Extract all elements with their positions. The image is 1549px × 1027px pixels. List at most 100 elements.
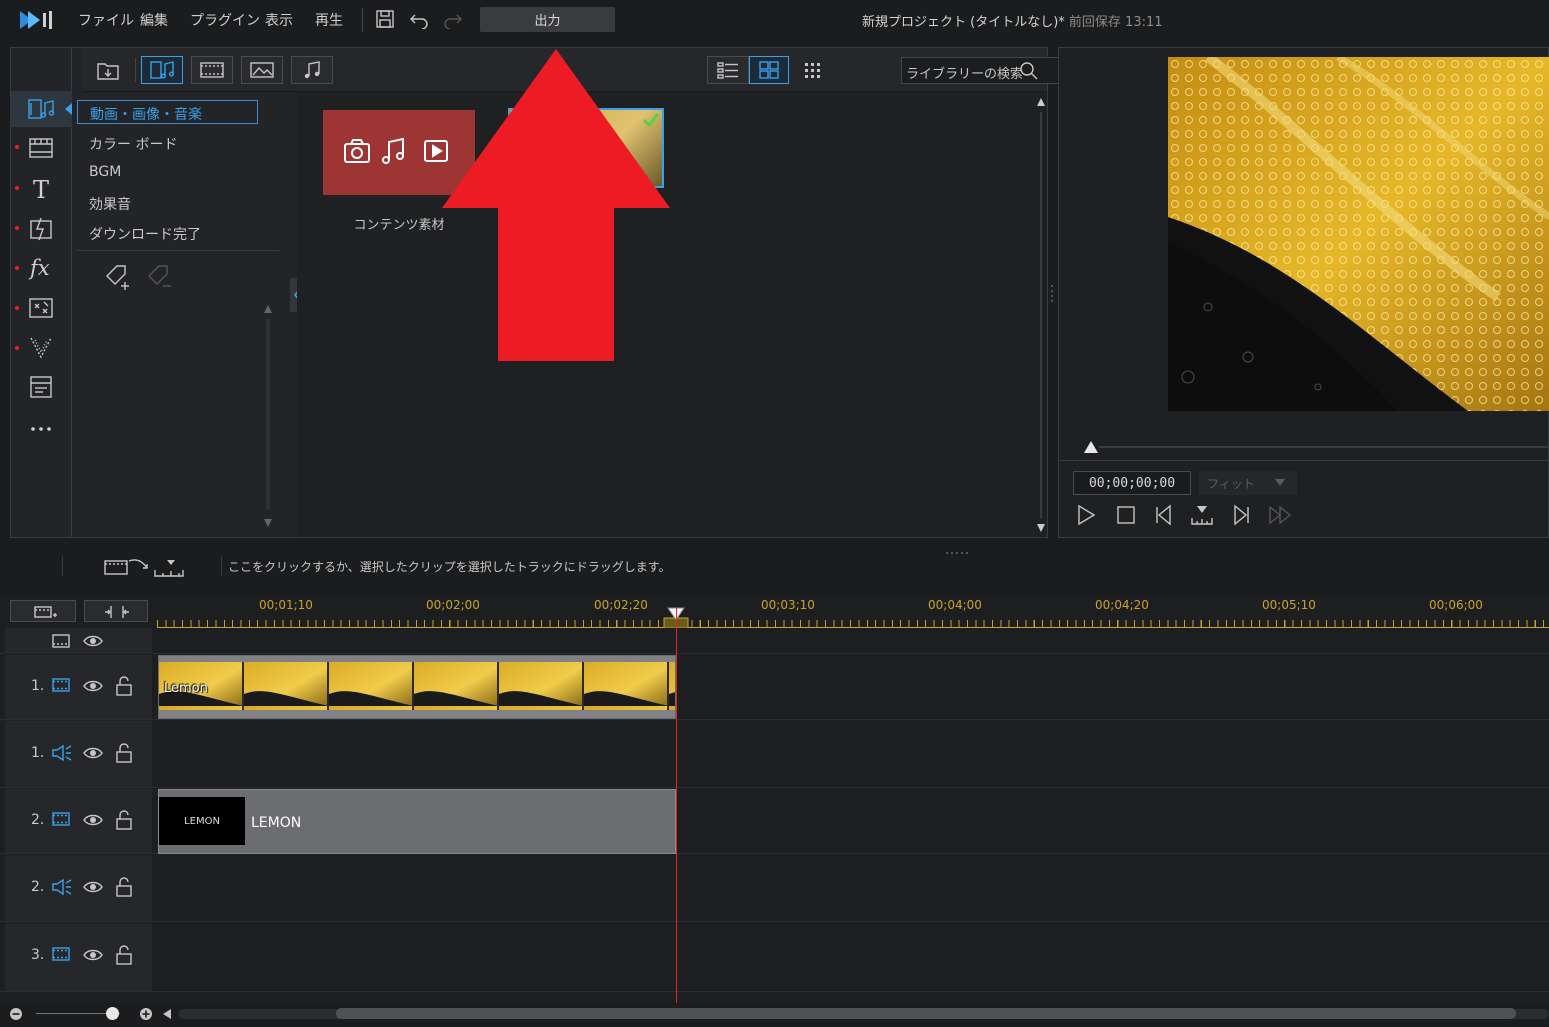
svg-text:fx: fx bbox=[28, 256, 50, 280]
media-scrollbar[interactable] bbox=[1037, 96, 1045, 534]
clip-label: Lemon bbox=[164, 681, 208, 696]
import-media-icon[interactable] bbox=[95, 58, 121, 86]
eye-icon[interactable] bbox=[83, 879, 103, 899]
scroll-left-icon[interactable] bbox=[162, 1008, 172, 1024]
menu-bar: ファイル 編集 プラグイン 表示 再生 出力 新規プロジェクト (タイトルなし)… bbox=[0, 0, 1549, 42]
track-number: 2. bbox=[31, 879, 45, 895]
video-track-icon bbox=[51, 946, 71, 966]
category-color-board[interactable]: カラー ボード bbox=[89, 134, 177, 154]
unlock-icon[interactable] bbox=[115, 810, 133, 834]
pip-room-icon[interactable] bbox=[25, 293, 57, 323]
zoom-fit-select[interactable]: フィット bbox=[1199, 471, 1297, 495]
eye-icon[interactable] bbox=[83, 633, 103, 653]
media-room-icon[interactable] bbox=[25, 94, 57, 124]
timecode-display[interactable]: 00;00;00;00 bbox=[1073, 471, 1191, 495]
timeline-ruler[interactable]: 00;01;10 00;02;00 00;02;20 00;03;10 00;0… bbox=[157, 596, 1549, 630]
unlock-icon[interactable] bbox=[115, 743, 133, 767]
previous-frame-icon[interactable] bbox=[1153, 504, 1175, 530]
panel-resize-grip-horizontal[interactable] bbox=[945, 543, 969, 554]
menu-file[interactable]: ファイル bbox=[78, 10, 134, 30]
menu-edit[interactable]: 編集 bbox=[140, 10, 168, 30]
annotation-arrow-up bbox=[440, 47, 672, 363]
unlock-icon[interactable] bbox=[115, 877, 133, 901]
category-all-media[interactable]: 動画・画像・音楽 bbox=[77, 100, 258, 124]
ruler-label: 00;03;10 bbox=[761, 598, 815, 612]
play-icon[interactable] bbox=[1075, 504, 1097, 530]
template-room-icon[interactable] bbox=[25, 133, 57, 163]
rail-active-pointer bbox=[65, 103, 72, 115]
audio-track-row[interactable] bbox=[0, 854, 1549, 922]
search-icon[interactable] bbox=[1019, 61, 1039, 85]
drop-hint-text: ここをクリックするか、選択したクリップを選択したトラックにドラッグします。 bbox=[228, 560, 671, 574]
insert-mode-icon[interactable] bbox=[103, 556, 185, 582]
add-tag-icon[interactable] bbox=[103, 262, 133, 296]
playhead-line bbox=[676, 608, 677, 1003]
lemon-image bbox=[1168, 57, 1549, 411]
track-manager-button[interactable] bbox=[10, 600, 76, 622]
title-room-icon[interactable]: T bbox=[25, 174, 57, 204]
clip-label: LEMON bbox=[251, 815, 302, 831]
unlock-icon[interactable] bbox=[115, 945, 133, 969]
category-sound-effects[interactable]: 効果音 bbox=[89, 194, 131, 214]
menu-plugin[interactable]: プラグイン bbox=[190, 10, 260, 30]
output-button[interactable]: 出力 bbox=[480, 7, 615, 32]
more-rooms-icon[interactable] bbox=[25, 414, 57, 444]
filter-video-button[interactable] bbox=[191, 56, 233, 84]
menu-view[interactable]: 表示 bbox=[265, 10, 293, 30]
video-clip-lemon[interactable]: Lemon bbox=[158, 655, 676, 719]
stop-icon[interactable] bbox=[1115, 504, 1137, 530]
filter-all-media-button[interactable] bbox=[141, 56, 183, 84]
ruler-label: 00;01;10 bbox=[259, 598, 313, 612]
list-view-button[interactable] bbox=[707, 56, 749, 84]
toolbar-divider bbox=[135, 58, 136, 82]
mark-in-icon[interactable] bbox=[1190, 504, 1214, 530]
sort-options-icon[interactable] bbox=[803, 61, 823, 83]
fit-timeline-button[interactable] bbox=[84, 600, 148, 622]
track-number: 1. bbox=[31, 678, 45, 694]
fast-forward-icon[interactable] bbox=[1267, 504, 1295, 530]
zoom-out-icon[interactable] bbox=[9, 1007, 23, 1025]
track-header: 2. bbox=[5, 789, 152, 853]
remove-tag-icon[interactable] bbox=[145, 262, 175, 296]
media-library-area: コンテンツ素材 bbox=[297, 92, 1047, 537]
particle-room-icon[interactable] bbox=[25, 332, 57, 362]
eye-icon[interactable] bbox=[83, 947, 103, 967]
transition-room-icon[interactable] bbox=[25, 214, 57, 244]
ruler-label: 00;02;00 bbox=[426, 598, 480, 612]
chapter-track-header bbox=[5, 628, 152, 654]
preview-panel: 00;00;00;00 フィット bbox=[1058, 47, 1549, 538]
video-track-row[interactable] bbox=[0, 922, 1549, 992]
grid-view-button[interactable] bbox=[749, 56, 789, 84]
zoom-slider-handle[interactable] bbox=[106, 1007, 119, 1020]
audio-track-row[interactable] bbox=[0, 720, 1549, 788]
preview-scrubber-track[interactable] bbox=[1099, 446, 1549, 448]
subtitle-room-icon[interactable] bbox=[25, 372, 57, 402]
project-title: 新規プロジェクト (タイトルなし)* bbox=[862, 15, 1065, 30]
rail-badge bbox=[15, 346, 19, 350]
unlock-icon[interactable] bbox=[115, 676, 133, 700]
category-bgm[interactable]: BGM bbox=[89, 164, 121, 180]
eye-icon[interactable] bbox=[83, 812, 103, 832]
effect-room-icon[interactable]: fx bbox=[25, 253, 57, 283]
filter-audio-button[interactable] bbox=[291, 56, 333, 84]
undo-icon[interactable] bbox=[409, 9, 429, 33]
next-frame-icon[interactable] bbox=[1230, 504, 1252, 530]
category-scrollbar[interactable] bbox=[264, 305, 272, 527]
redo-icon[interactable] bbox=[443, 9, 463, 33]
library-category-list: 動画・画像・音楽 カラー ボード BGM 効果音 ダウンロード完了 bbox=[73, 92, 283, 537]
horizontal-scroll-thumb[interactable] bbox=[336, 1008, 1516, 1019]
chapter-track-icon bbox=[51, 633, 71, 653]
title-clip-lemon[interactable]: LEMON LEMON bbox=[158, 789, 676, 854]
menu-playback[interactable]: 再生 bbox=[315, 10, 343, 30]
filter-image-button[interactable] bbox=[241, 56, 283, 84]
eye-icon[interactable] bbox=[83, 745, 103, 765]
panel-resize-grip[interactable] bbox=[1050, 283, 1054, 307]
category-downloads[interactable]: ダウンロード完了 bbox=[89, 224, 201, 244]
zoom-in-icon[interactable] bbox=[139, 1007, 153, 1025]
track-number: 3. bbox=[31, 947, 45, 963]
rail-badge bbox=[15, 226, 19, 230]
title-clip-thumbnail: LEMON bbox=[159, 797, 245, 845]
eye-icon[interactable] bbox=[83, 678, 103, 698]
save-icon[interactable] bbox=[375, 9, 395, 33]
preview-scrubber-handle[interactable] bbox=[1083, 440, 1099, 460]
